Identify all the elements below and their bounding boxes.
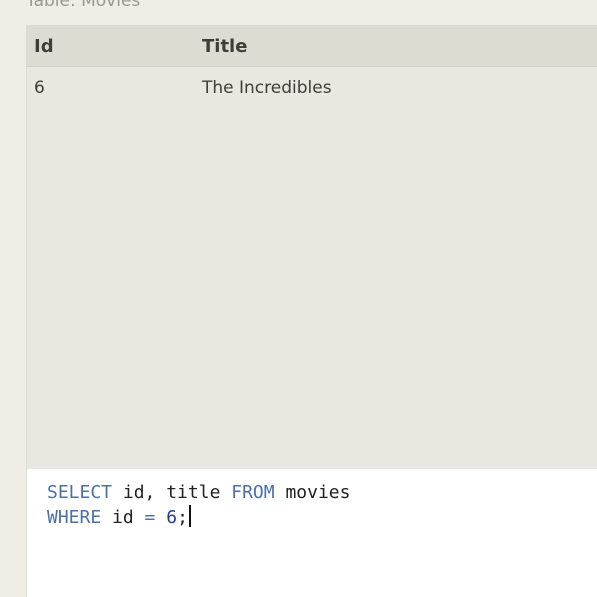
- where-value: 6: [166, 507, 178, 528]
- sql-editor[interactable]: SELECT id, title FROM movies WHERE id = …: [26, 469, 597, 597]
- cell-title: The Incredibles: [202, 78, 332, 98]
- column-header-title: Title: [202, 36, 248, 57]
- results-table: Id Title 6 The Incredibles: [26, 25, 597, 469]
- table-caption: Table: Movies: [26, 0, 141, 11]
- column-header-id: Id: [34, 36, 54, 57]
- select-fields: id, title: [112, 482, 232, 503]
- where-column: id: [101, 507, 145, 528]
- table-header-row: Id Title: [27, 25, 597, 67]
- table-row: 6 The Incredibles: [27, 67, 597, 111]
- table-name: movies: [274, 482, 351, 503]
- operator-equals: =: [144, 507, 156, 528]
- cell-id: 6: [34, 78, 45, 98]
- operator-space: [155, 507, 166, 528]
- code-line-2: WHERE id = 6;: [47, 505, 191, 530]
- statement-terminator: ;: [177, 507, 188, 528]
- keyword-where: WHERE: [47, 507, 102, 528]
- keyword-select: SELECT: [47, 482, 113, 503]
- text-cursor: [188, 505, 191, 527]
- keyword-from: FROM: [231, 482, 275, 503]
- code-line-1: SELECT id, title FROM movies: [47, 481, 350, 505]
